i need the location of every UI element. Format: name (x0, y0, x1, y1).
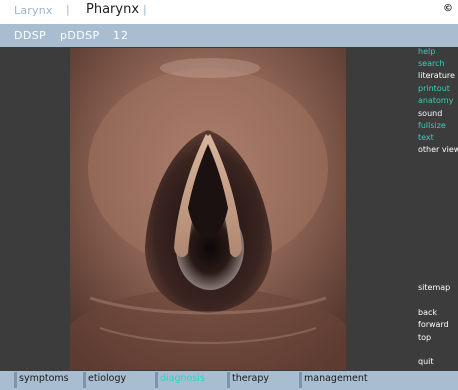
menu-fullsize[interactable]: fullsize (418, 121, 446, 130)
app-window: Larynx | Pharynx | © DDSP pDDSP 1 2 help… (0, 0, 458, 390)
nav-diagnosis[interactable]: diagnosis (160, 373, 205, 384)
bottom-separator (14, 372, 17, 388)
menu-anatomy[interactable]: anatomy (418, 96, 453, 105)
subnav-pddsp[interactable]: pDDSP (60, 29, 100, 42)
bottom-separator (83, 372, 86, 388)
menu-back[interactable]: back (418, 308, 437, 317)
right-menu: help search literature printout anatomy sound… (416, 47, 458, 371)
nav-etiology[interactable]: etiology (88, 373, 126, 384)
bottom-separator (155, 372, 158, 388)
menu-help[interactable]: help (418, 47, 435, 56)
menu-sitemap[interactable]: sitemap (418, 283, 450, 292)
bottom-separator (299, 372, 302, 388)
nav-therapy[interactable]: therapy (232, 373, 269, 384)
tab-larynx[interactable]: Larynx (14, 4, 53, 17)
menu-text[interactable]: text (418, 133, 434, 142)
page-link-2[interactable]: 2 (121, 29, 128, 42)
sub-navigation: DDSP pDDSP 1 2 (0, 24, 458, 47)
bottom-navigation: symptoms etiology diagnosis therapy mana… (0, 371, 458, 390)
subnav-ddsp[interactable]: DDSP (14, 29, 46, 42)
menu-other-view[interactable]: other view (418, 145, 458, 154)
nav-management[interactable]: management (304, 373, 368, 384)
tab-separator: | (66, 3, 70, 16)
menu-printout[interactable]: printout (418, 84, 450, 93)
copyright-icon[interactable]: © (443, 3, 453, 14)
menu-search[interactable]: search (418, 59, 445, 68)
endoscopy-image (70, 48, 346, 370)
bottom-separator (227, 372, 230, 388)
menu-literature[interactable]: literature (418, 71, 455, 80)
menu-sound[interactable]: sound (418, 109, 442, 118)
tab-separator: | (143, 3, 147, 16)
menu-forward[interactable]: forward (418, 320, 449, 329)
tab-pharynx[interactable]: Pharynx (86, 2, 139, 17)
nav-symptoms[interactable]: symptoms (19, 373, 69, 384)
menu-top[interactable]: top (418, 333, 431, 342)
menu-quit[interactable]: quit (418, 357, 434, 366)
top-header: Larynx | Pharynx | © (0, 0, 458, 24)
page-link-1[interactable]: 1 (113, 29, 120, 42)
